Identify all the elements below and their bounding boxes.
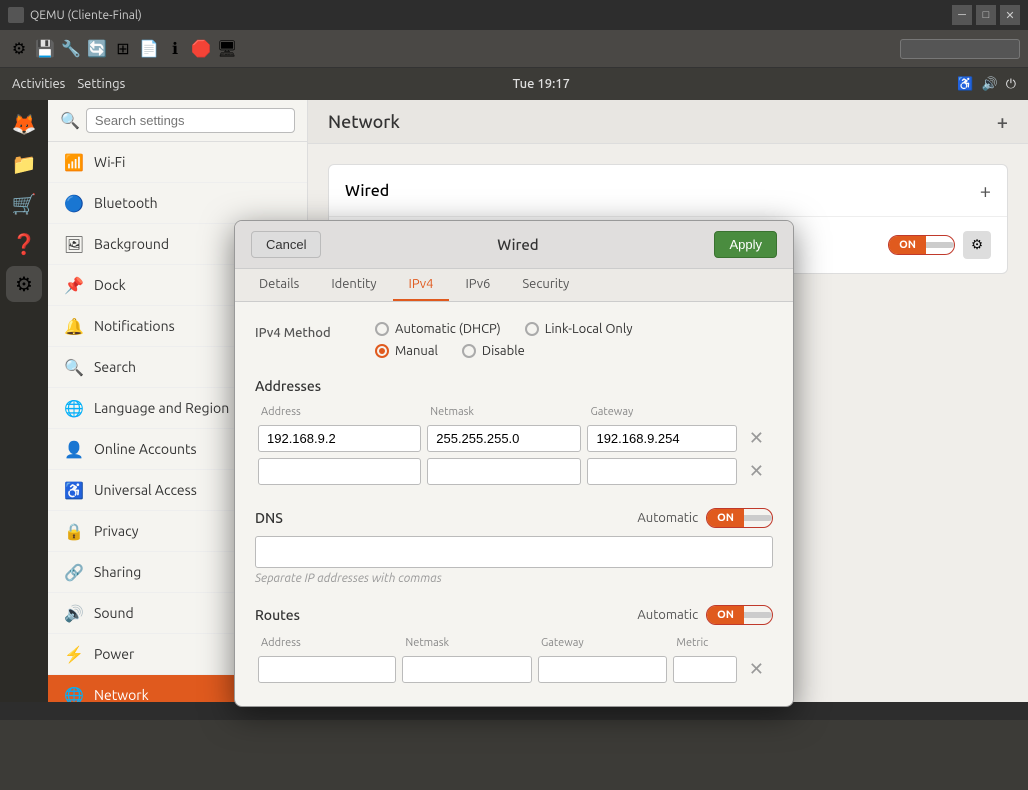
- title-bar: QEMU (Cliente-Final) ─ □ ✕: [0, 0, 1028, 30]
- routes-remove-row-0[interactable]: ✕: [743, 657, 770, 682]
- radio-dhcp[interactable]: [375, 322, 389, 336]
- method-link-local[interactable]: Link-Local Only: [525, 322, 633, 336]
- tab-ipv6[interactable]: IPv6: [449, 269, 506, 301]
- wired-dialog: Cancel Wired Apply Details Identity IPv4…: [234, 220, 794, 707]
- taskbar-icon-monitor[interactable]: 🖥: [216, 38, 238, 60]
- ipv4-method-section: IPv4 Method Automatic (DHCP) Link-Local …: [255, 322, 773, 358]
- taskbar-icon-tools[interactable]: 🔧: [60, 38, 82, 60]
- remove-row-1[interactable]: ✕: [743, 459, 770, 484]
- method-disable[interactable]: Disable: [462, 344, 525, 358]
- col-address: Address: [255, 402, 424, 422]
- taskbar-icon-info[interactable]: ℹ: [164, 38, 186, 60]
- col-netmask: Netmask: [424, 402, 584, 422]
- routes-toggle-on: ON: [707, 606, 744, 624]
- address-input-1[interactable]: [258, 458, 421, 485]
- gateway-input-0[interactable]: [587, 425, 736, 452]
- routes-toggle[interactable]: ON: [706, 605, 773, 625]
- tab-ipv4[interactable]: IPv4: [393, 269, 450, 301]
- routes-address-input-0[interactable]: [258, 656, 396, 683]
- addresses-title: Addresses: [255, 378, 773, 394]
- routes-header: Routes Automatic ON: [255, 605, 773, 625]
- dialog-overlay: Cancel Wired Apply Details Identity IPv4…: [0, 70, 1028, 790]
- dns-toggle[interactable]: ON: [706, 508, 773, 528]
- dns-header: DNS Automatic ON: [255, 508, 773, 528]
- routes-table: Address Netmask Gateway Metric: [255, 633, 773, 686]
- col-gateway: Gateway: [584, 402, 739, 422]
- netmask-input-0[interactable]: [427, 425, 581, 452]
- method-dhcp-label: Automatic (DHCP): [395, 322, 501, 336]
- ipv4-method-label: IPv4 Method: [255, 322, 355, 340]
- dns-toggle-off: [744, 515, 772, 521]
- minimize-button[interactable]: ─: [952, 5, 972, 25]
- address-row-0: ✕: [255, 422, 773, 455]
- addresses-section: Addresses Address Netmask Gateway: [255, 378, 773, 488]
- title-bar-controls: ─ □ ✕: [952, 5, 1020, 25]
- dns-input-area[interactable]: [255, 536, 773, 568]
- addresses-table: Address Netmask Gateway ✕: [255, 402, 773, 488]
- routes-toggle-off: [744, 612, 772, 618]
- maximize-button[interactable]: □: [976, 5, 996, 25]
- apply-button[interactable]: Apply: [714, 231, 777, 258]
- routes-auto-row: Automatic ON: [637, 605, 773, 625]
- title-bar-title: QEMU (Cliente-Final): [30, 9, 142, 22]
- method-manual-label: Manual: [395, 344, 438, 358]
- cancel-button[interactable]: Cancel: [251, 231, 321, 258]
- routes-metric-input-0[interactable]: [673, 656, 737, 683]
- dns-auto-label: Automatic: [637, 511, 698, 525]
- routes-auto-label: Automatic: [637, 608, 698, 622]
- gateway-input-1[interactable]: [587, 458, 736, 485]
- method-options: Automatic (DHCP) Link-Local Only: [375, 322, 633, 358]
- routes-col-gateway: Gateway: [535, 633, 670, 653]
- dialog-tabs: Details Identity IPv4 IPv6 Security: [235, 269, 793, 302]
- tab-security[interactable]: Security: [506, 269, 585, 301]
- routes-col-netmask: Netmask: [399, 633, 535, 653]
- method-disable-label: Disable: [482, 344, 525, 358]
- dns-title: DNS: [255, 510, 283, 526]
- netmask-input-1[interactable]: [427, 458, 581, 485]
- address-row-1: ✕: [255, 455, 773, 488]
- routes-col-address: Address: [255, 633, 399, 653]
- method-dhcp[interactable]: Automatic (DHCP): [375, 322, 501, 336]
- method-link-local-label: Link-Local Only: [545, 322, 633, 336]
- routes-title: Routes: [255, 607, 300, 623]
- taskbar-icon-doc[interactable]: 📄: [138, 38, 160, 60]
- routes-gateway-input-0[interactable]: [538, 656, 667, 683]
- tab-identity[interactable]: Identity: [315, 269, 392, 301]
- tab-details[interactable]: Details: [243, 269, 315, 301]
- taskbar-search[interactable]: [900, 39, 1020, 59]
- radio-link-local[interactable]: [525, 322, 539, 336]
- address-input-0[interactable]: [258, 425, 421, 452]
- dns-section: DNS Automatic ON Separate IP addresses w…: [255, 508, 773, 585]
- routes-section: Routes Automatic ON Address: [255, 605, 773, 686]
- dns-auto-row: Automatic ON: [637, 508, 773, 528]
- taskbar: ⚙ 💾 🔧 🔄 ⊞ 📄 ℹ 🛑 🖥: [0, 30, 1028, 68]
- taskbar-icon-windows[interactable]: ⊞: [112, 38, 134, 60]
- routes-col-metric: Metric: [670, 633, 740, 653]
- taskbar-icon-stop[interactable]: 🛑: [190, 38, 212, 60]
- dialog-title: Wired: [497, 236, 538, 253]
- radio-manual[interactable]: [375, 344, 389, 358]
- qemu-icon: [8, 7, 24, 23]
- dns-hint: Separate IP addresses with commas: [255, 572, 773, 585]
- dialog-header: Cancel Wired Apply: [235, 221, 793, 269]
- taskbar-icon-files[interactable]: 💾: [34, 38, 56, 60]
- radio-disable[interactable]: [462, 344, 476, 358]
- full-layout: QEMU (Cliente-Final) ─ □ ✕ ⚙ 💾 🔧 🔄 ⊞ 📄 ℹ…: [0, 0, 1028, 720]
- routes-row-0: ✕: [255, 653, 773, 686]
- method-manual[interactable]: Manual: [375, 344, 438, 358]
- taskbar-icon-settings[interactable]: ⚙: [8, 38, 30, 60]
- remove-row-0[interactable]: ✕: [743, 426, 770, 451]
- taskbar-icon-refresh[interactable]: 🔄: [86, 38, 108, 60]
- close-button[interactable]: ✕: [1000, 5, 1020, 25]
- dialog-body: IPv4 Method Automatic (DHCP) Link-Local …: [235, 302, 793, 706]
- dns-toggle-on: ON: [707, 509, 744, 527]
- routes-netmask-input-0[interactable]: [402, 656, 532, 683]
